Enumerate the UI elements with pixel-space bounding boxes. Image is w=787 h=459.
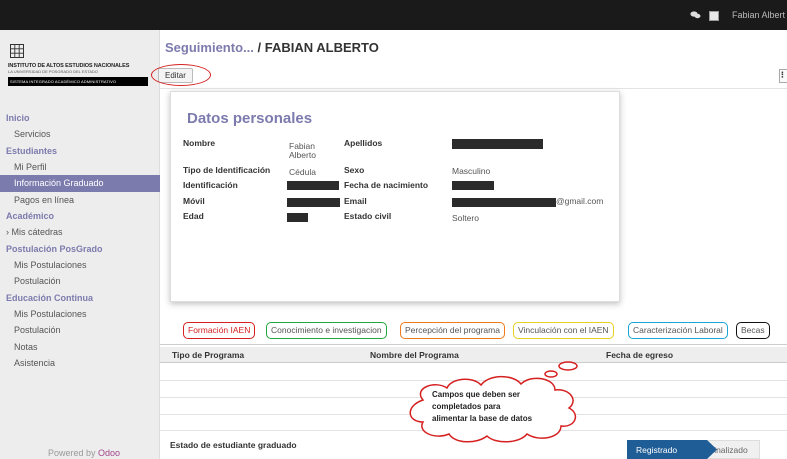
sidebar-item[interactable]: Mis Postulaciones: [0, 306, 160, 323]
annotation-text: Campos que deben ser completados para al…: [432, 390, 533, 423]
label-movil: Móvil: [183, 196, 205, 206]
breadcrumb-separator: /: [257, 40, 262, 55]
label-email: Email: [344, 196, 367, 206]
sidebar-item[interactable]: Información Graduado: [0, 175, 160, 192]
toolbar-divider: [160, 88, 787, 89]
sidebar-section-2[interactable]: Académico: [0, 208, 160, 224]
tab-caracterizaci-n-laboral[interactable]: Caracterización Laboral: [628, 322, 728, 339]
form-title: Datos personales: [187, 110, 313, 127]
sidebar-item[interactable]: Mis Postulaciones: [0, 257, 160, 274]
breadcrumb-current: FABIAN ALBERTO: [264, 40, 379, 55]
sidebar-item[interactable]: › Mis cátedras: [0, 224, 160, 241]
redacted-fecha-nacimiento: [452, 181, 494, 190]
sidebar-item[interactable]: Postulación: [0, 322, 160, 339]
sidebar-item[interactable]: Pagos en línea: [0, 192, 160, 209]
label-edad: Edad: [183, 211, 204, 221]
sidebar-item[interactable]: Postulación: [0, 273, 160, 290]
sidebar-item-label: Mis cátedras: [11, 227, 63, 237]
logo-icon: [10, 44, 24, 58]
sidebar-item[interactable]: Mi Perfil: [0, 159, 160, 176]
value-tipo-identificacion: Cédula: [289, 167, 316, 177]
redacted-email: [452, 198, 556, 207]
redacted-movil: [287, 198, 340, 207]
sidebar: INSTITUTO DE ALTOS ESTUDIOS NACIONALES L…: [0, 30, 160, 459]
tabs-divider: [160, 344, 787, 345]
label-sexo: Sexo: [344, 165, 365, 175]
edit-button[interactable]: Editar: [158, 68, 193, 83]
value-sexo: Masculino: [452, 166, 491, 176]
sidebar-menu: Inicio Servicios Estudiantes Mi Perfil Infor…: [0, 110, 160, 372]
more-options-button[interactable]: ⠇: [779, 69, 787, 83]
label-identificacion: Identificación: [183, 180, 238, 190]
label-apellidos: Apellidos: [344, 138, 383, 148]
form-sheet: Datos personales Nombre Fabian Alberto A…: [170, 91, 620, 302]
chat-icon[interactable]: [690, 11, 701, 19]
status-label: Estado de estudiante graduado: [170, 440, 297, 450]
breadcrumb: Seguimiento... / FABIAN ALBERTO: [165, 40, 379, 55]
sidebar-section-3[interactable]: Postulación PosGrado: [0, 241, 160, 257]
user-menu[interactable]: Fabian Albert: [732, 10, 785, 20]
value-email-domain[interactable]: @gmail.com: [556, 196, 603, 206]
sidebar-item[interactable]: Notas: [0, 339, 160, 356]
tab-conocimiento-e-investigacion[interactable]: Conocimiento e investigacion: [266, 322, 387, 339]
label-estado-civil: Estado civil: [344, 211, 392, 221]
value-estado-civil: Soltero: [452, 213, 479, 223]
value-nombre-2: Alberto: [289, 150, 316, 160]
logo-subtitle: LA UNIVERSIDAD DE POSGRADO DEL ESTADO: [8, 69, 99, 74]
powered-by: Powered by Odoo: [48, 448, 121, 458]
avatar[interactable]: [709, 11, 719, 21]
label-nombre: Nombre: [183, 138, 216, 148]
sidebar-section-1[interactable]: Estudiantes: [0, 143, 160, 159]
odoo-link[interactable]: Odoo: [98, 448, 120, 458]
tab-formaci-n-iaen[interactable]: Formación IAEN: [183, 322, 256, 339]
label-tipo-identificacion: Tipo de Identificación: [183, 165, 271, 175]
column-fecha-egreso[interactable]: Fecha de egreso: [606, 350, 673, 360]
logo: INSTITUTO DE ALTOS ESTUDIOS NACIONALES L…: [8, 44, 148, 86]
tab-vinculaci-n-con-el-iaen[interactable]: Vinculación con el IAEN: [513, 322, 614, 339]
tab-becas[interactable]: Becas: [736, 322, 770, 339]
sidebar-section-4[interactable]: Educación Continua: [0, 290, 160, 306]
redacted-identificacion: [287, 181, 339, 190]
column-tipo-programa[interactable]: Tipo de Programa: [172, 350, 244, 360]
logo-band: SISTEMA INTEGRADO ACADÉMICO ADMINISTRATI…: [8, 77, 148, 86]
redacted-edad: [287, 213, 308, 222]
top-bar: Fabian Albert: [0, 0, 787, 30]
breadcrumb-parent[interactable]: Seguimiento...: [165, 40, 254, 55]
sidebar-item[interactable]: Servicios: [0, 126, 160, 143]
status-registrado-label: Registrado: [636, 445, 678, 455]
label-fecha-nacimiento: Fecha de nacimiento: [344, 180, 429, 190]
sidebar-item[interactable]: Asistencia: [0, 355, 160, 372]
sidebar-section-0[interactable]: Inicio: [0, 110, 160, 126]
column-nombre-programa[interactable]: Nombre del Programa: [370, 350, 459, 360]
tab-percepci-n-del-programa[interactable]: Percepción del programa: [400, 322, 505, 339]
redacted-apellidos: [452, 139, 543, 149]
